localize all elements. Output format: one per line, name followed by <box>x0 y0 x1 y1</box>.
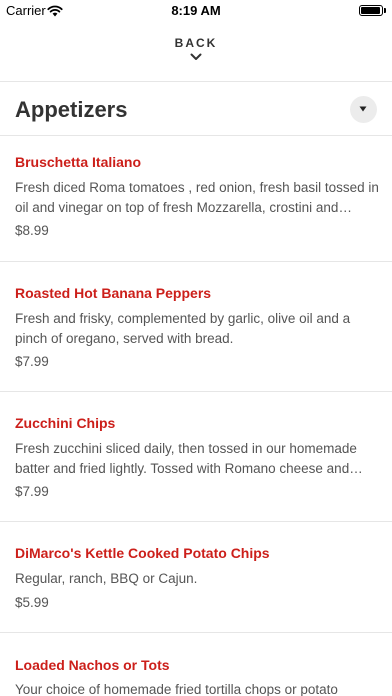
clock: 8:19 AM <box>171 3 221 18</box>
menu-item[interactable]: Roasted Hot Banana Peppers Fresh and fri… <box>0 262 392 391</box>
item-name: DiMarco's Kettle Cooked Potato Chips <box>15 545 270 561</box>
battery-icon <box>359 5 383 16</box>
section-header: Appetizers <box>0 82 392 136</box>
status-bar: Carrier 8:19 AM <box>0 0 392 22</box>
section-title: Appetizers <box>15 97 128 122</box>
item-price: $8.99 <box>15 223 49 238</box>
item-name: Zucchini Chips <box>15 415 116 431</box>
back-label: BACK <box>174 36 218 50</box>
back-button[interactable]: BACK <box>0 36 392 61</box>
menu-item[interactable]: DiMarco's Kettle Cooked Potato Chips Reg… <box>0 522 392 632</box>
item-name: Loaded Nachos or Tots <box>15 657 170 673</box>
item-description: Fresh and frisky, complemented by garlic… <box>15 311 351 346</box>
item-description: Your choice of homemade fried tortilla c… <box>15 682 338 696</box>
item-description: Regular, ranch, BBQ or Cajun. <box>15 571 198 586</box>
menu-item[interactable]: Zucchini Chips Fresh zucchini sliced dai… <box>0 392 392 521</box>
menu-item[interactable]: Loaded Nachos or Tots Your choice of hom… <box>0 633 392 696</box>
item-description: Fresh zucchini sliced daily, then tossed… <box>15 441 357 476</box>
item-price: $7.99 <box>15 354 49 369</box>
item-description: Fresh diced Roma tomatoes , red onion, f… <box>15 180 379 215</box>
menu-item[interactable]: Bruschetta Italiano Fresh diced Roma tom… <box>0 136 392 261</box>
item-name: Bruschetta Italiano <box>15 154 142 170</box>
item-price: $5.99 <box>15 595 49 610</box>
section-collapse-button[interactable] <box>350 96 377 123</box>
item-price: $7.99 <box>15 484 49 499</box>
item-name: Roasted Hot Banana Peppers <box>15 285 212 301</box>
chevron-down-icon <box>190 53 202 60</box>
caret-down-icon <box>359 106 367 112</box>
battery-cap <box>384 8 386 13</box>
